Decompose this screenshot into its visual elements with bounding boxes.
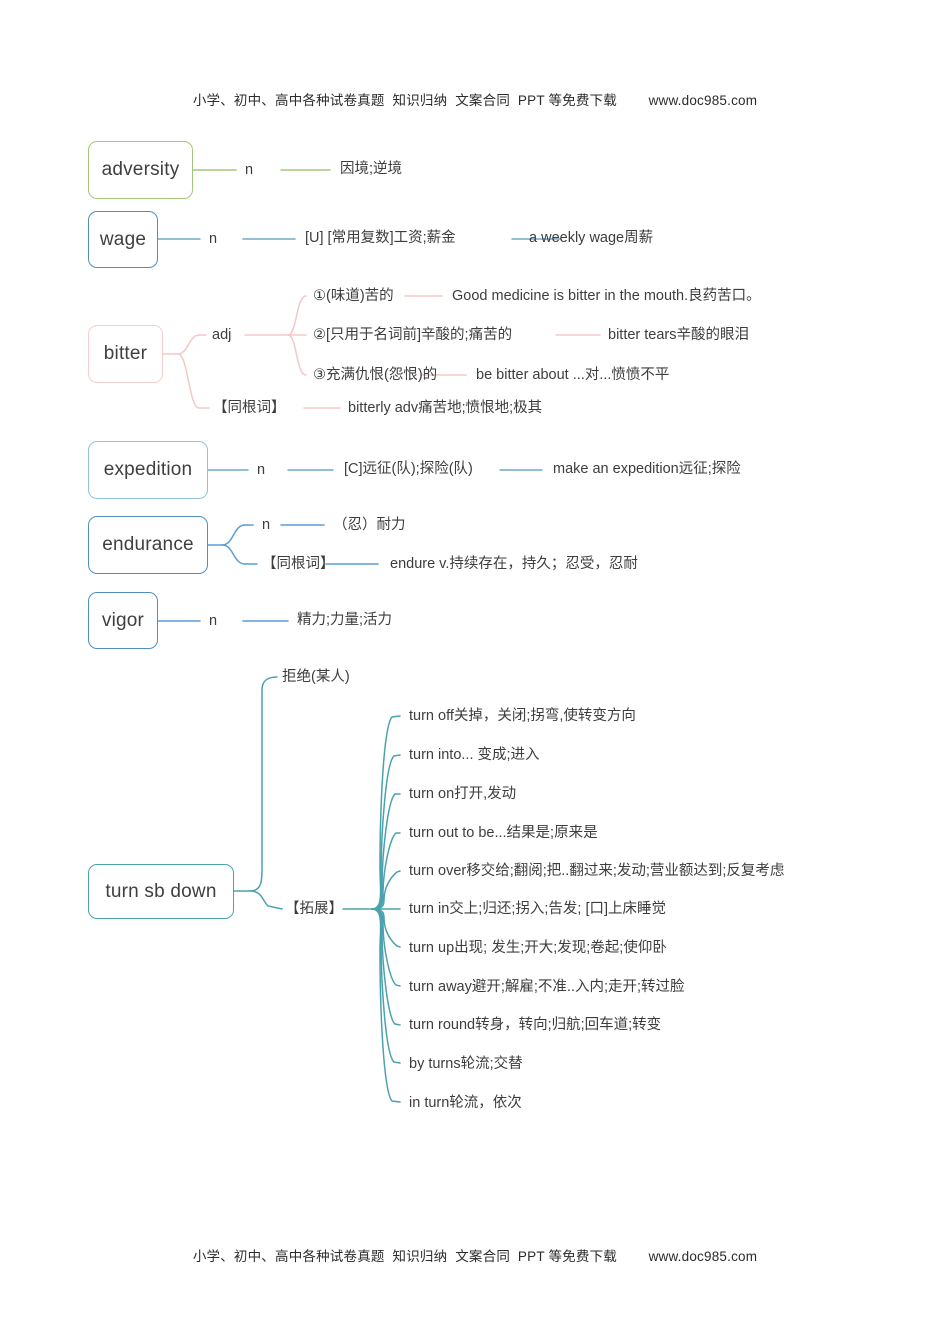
node-endurance[interactable]: endurance <box>88 516 208 574</box>
node-label-adversity: adversity <box>101 159 180 180</box>
bitter-example-2: bitter tears辛酸的眼泪 <box>608 327 749 343</box>
endurance-cognate-label: 【同根词】 <box>262 556 335 572</box>
bitter-example-1: Good medicine is bitter in the mouth.良药苦… <box>452 288 761 304</box>
node-label-expedition: expedition <box>103 459 193 480</box>
turn-phrase-item: turn in交上;归还;拐入;告发; [口]上床睡觉 <box>409 901 666 917</box>
expedition-pos: n <box>257 462 266 478</box>
bitter-sense-2: ②[只用于名词前]辛酸的;痛苦的 <box>313 327 513 343</box>
adversity-pos: n <box>245 162 254 178</box>
endurance-cognate: endure v.持续存在，持久；忍受，忍耐 <box>390 556 638 572</box>
turn-sb-down-meaning: 拒绝(某人) <box>282 669 350 685</box>
node-vigor[interactable]: vigor <box>88 592 158 649</box>
wage-pos: n <box>209 231 218 247</box>
node-expedition[interactable]: expedition <box>88 441 208 499</box>
turn-phrase-item: turn over移交给;翻阅;把..翻过来;发动;营业额达到;反复考虑 <box>409 863 785 879</box>
node-adversity[interactable]: adversity <box>88 141 193 199</box>
wage-example: a weekly wage周薪 <box>529 230 654 246</box>
adversity-meaning: 因境;逆境 <box>340 161 403 177</box>
connector-lines <box>157 169 601 1103</box>
bitter-cognate-label: 【同根词】 <box>213 400 286 416</box>
expedition-meaning: [C]远征(队);探险(队) <box>344 461 473 477</box>
bitter-cognate: bitterly adv痛苦地;愤恨地;极其 <box>348 400 543 416</box>
endurance-meaning: （忍）耐力 <box>333 517 406 533</box>
node-label-vigor: vigor <box>101 609 145 631</box>
page-footer-banner: 小学、初中、高中各种试卷真题 知识归纳 文案合同 PPT 等免费下载 www.d… <box>192 1249 758 1264</box>
turn-phrase-item: turn round转身，转向;归航;回车道;转变 <box>409 1017 662 1033</box>
turn-phrase-item: turn away避开;解雇;不准..入内;走开;转过脸 <box>409 979 685 995</box>
turn-phrase-item: turn off关掉，关闭;拐弯,使转变方向 <box>409 708 636 724</box>
node-wage[interactable]: wage <box>88 211 158 268</box>
node-label-turn-sb-down: turn sb down <box>105 880 217 902</box>
vigor-meaning: 精力;力量;活力 <box>297 612 393 628</box>
endurance-pos: n <box>262 517 271 533</box>
turn-phrase-item: by turns轮流;交替 <box>409 1056 523 1072</box>
node-turn-sb-down[interactable]: turn sb down <box>88 864 234 919</box>
turn-phrase-item: turn on打开,发动 <box>409 786 517 802</box>
node-label-wage: wage <box>99 228 147 250</box>
node-label-bitter: bitter <box>103 343 148 364</box>
bitter-sense-3: ③充满仇恨(怨恨)的 <box>313 367 438 383</box>
bitter-pos: adj <box>212 327 232 343</box>
turn-sb-down-extension-label: 【拓展】 <box>285 901 343 917</box>
bitter-sense-1: ①(味道)苦的 <box>313 288 394 304</box>
turn-phrase-item: turn up出现; 发生;开大;发现;卷起;使仰卧 <box>409 940 667 956</box>
bitter-example-3: be bitter about ...对...愤愤不平 <box>476 367 670 383</box>
turn-phrase-item: in turn轮流，依次 <box>409 1095 522 1111</box>
node-label-endurance: endurance <box>102 534 194 555</box>
page-header-banner: 小学、初中、高中各种试卷真题 知识归纳 文案合同 PPT 等免费下载 www.d… <box>192 93 758 108</box>
wage-meaning: [U] [常用复数]工资;薪金 <box>305 230 456 246</box>
turn-phrase-item: turn into... 变成;进入 <box>409 747 540 763</box>
vigor-pos: n <box>209 613 218 629</box>
turn-phrase-item: turn out to be...结果是;原来是 <box>409 825 598 841</box>
expedition-example: make an expedition远征;探险 <box>553 461 741 477</box>
node-bitter[interactable]: bitter <box>88 325 163 383</box>
